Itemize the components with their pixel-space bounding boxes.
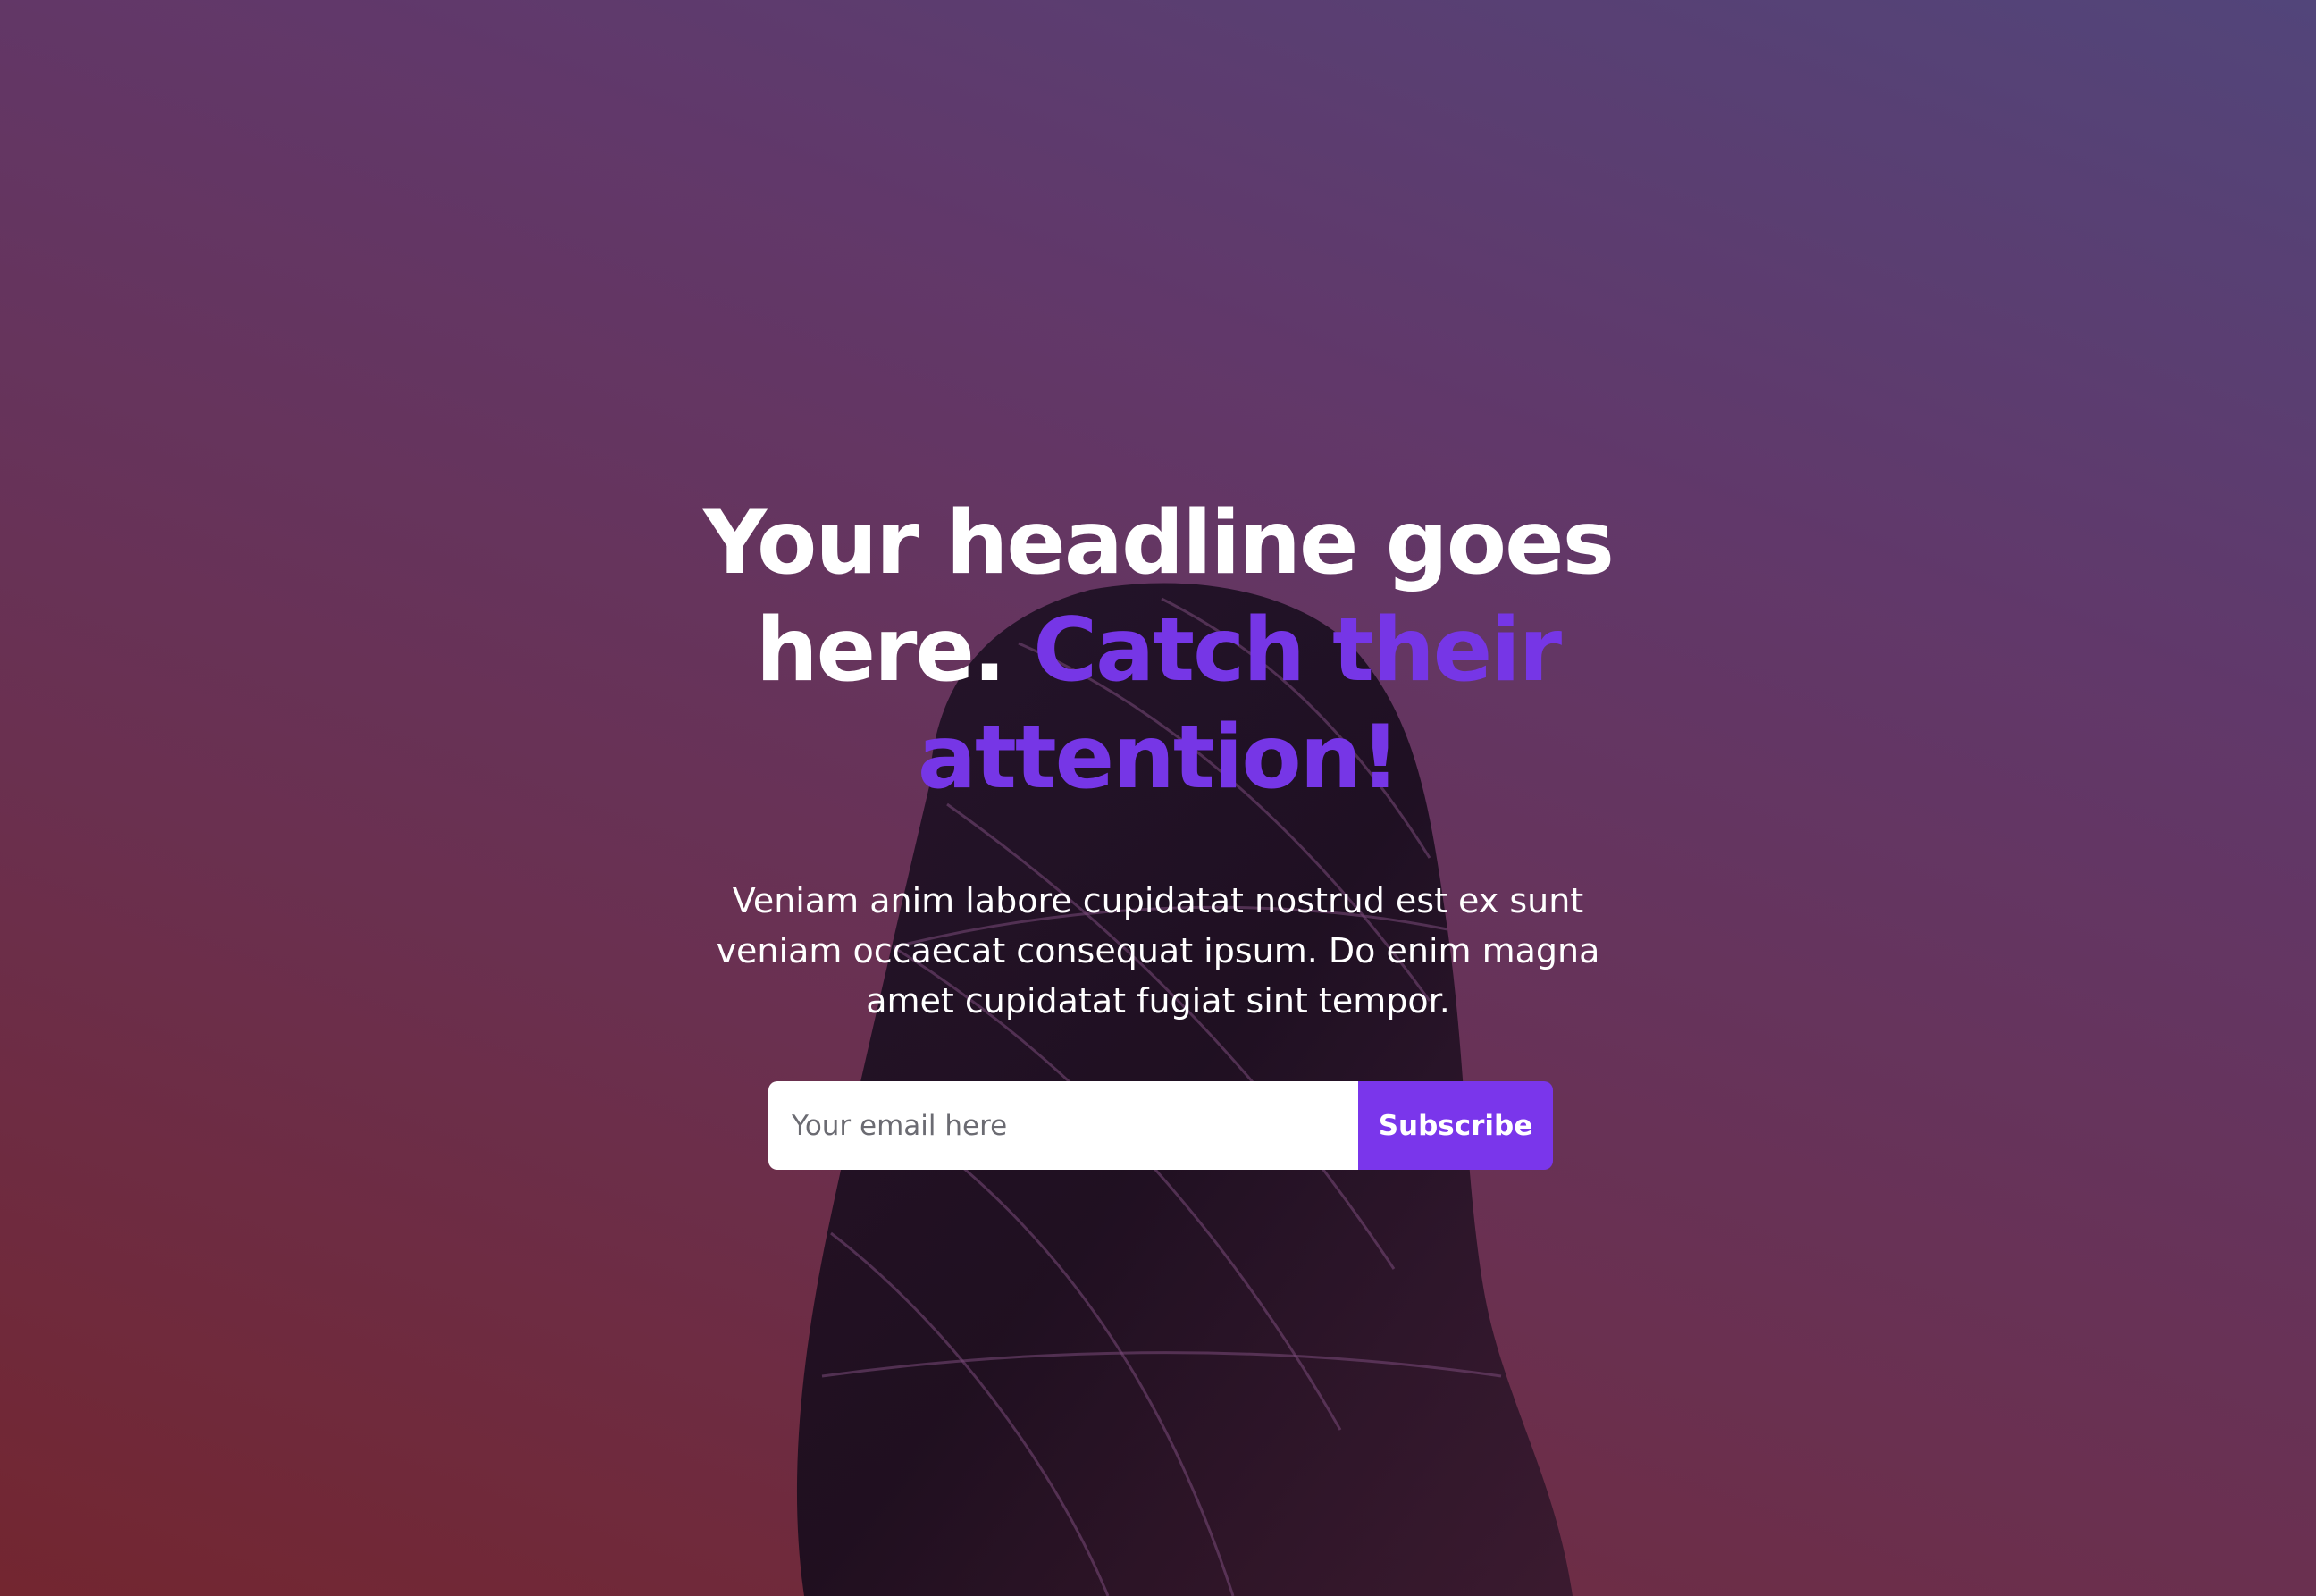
hero-content: Your headline goes here. Catch their att… [697,490,1619,1026]
headline-accent-text: Catch their attention! [917,600,1562,809]
hero-section: Your headline goes here. Catch their att… [0,0,2316,1596]
hero-subtext: Veniam anim labore cupidatat nostrud est… [716,881,1600,1021]
subscribe-button[interactable]: Subscribe [1358,1081,1553,1170]
email-input[interactable] [768,1081,1358,1170]
subscribe-form: Subscribe [768,1081,1553,1170]
headline: Your headline goes here. Catch their att… [697,490,1619,811]
